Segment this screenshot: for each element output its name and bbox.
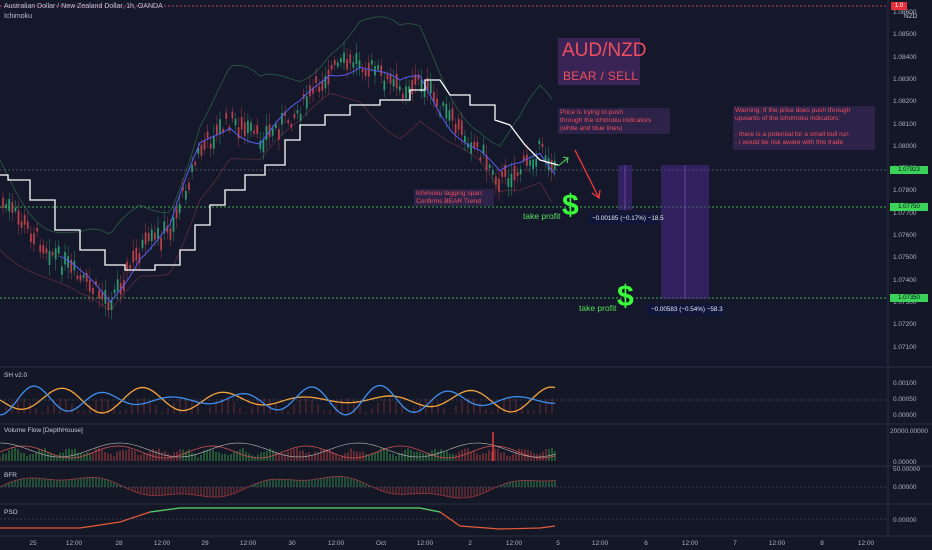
time-axis-label: 6 [644,540,648,547]
time-axis-label: 7 [733,540,737,547]
price-axis-label: 1.08200 [893,98,917,106]
time-axis-label: 29 [201,540,209,547]
time-axis-label: 12:00 [857,540,875,547]
time-axis-label: 12:00 [591,540,609,547]
time-axis-label: 2 [468,540,472,547]
pso-pane-title[interactable]: PSO [4,509,18,516]
current-price-tag: 1.07923 [890,166,928,174]
price-axis-label: 1.07800 [893,187,917,195]
warning-note: Warning: If the price does push through … [735,107,851,146]
bfr-axis-1: 0.00000 [893,484,917,491]
time-axis-label: 12:00 [768,540,786,547]
pair-title: AUD/NZD [562,40,647,61]
price-axis-label: 1.08100 [893,120,917,128]
time-axis-label: 12:00 [65,540,83,547]
time-axis-label: 28 [115,540,123,547]
vol-axis-0: 20000.00000 [890,428,928,435]
dollar-icon-1: $ [562,189,579,222]
bfr-pane-title[interactable]: BFR [4,472,17,479]
time-axis-label: 30 [288,540,296,547]
top-price-tag: 1.0 [891,2,907,10]
price-axis-label: 1.08000 [893,142,917,150]
pso-axis-0: 0.00000 [893,517,917,524]
price-axis-label: 1.07500 [893,254,917,262]
time-axis-label: 5 [556,540,560,547]
take-profit-label-1: take profit [523,211,561,221]
time-axis-label: 8 [820,540,824,547]
measure-label-1: −0.00185 (−0.17%) −18.5 [592,215,664,222]
sh-pane-title[interactable]: SH v2.0 [4,372,27,379]
tp2-price-tag: 1.07350 [890,294,928,302]
push-note: Price is trying to push through the ichi… [560,109,652,132]
price-axis-label: 1.08400 [893,53,917,61]
lagging-note: Ichimoku lagging span: Confirms BEAR Tre… [416,190,484,205]
sh-axis-2: 0.00000 [893,412,917,419]
time-axis-label: 25 [29,540,37,547]
sh-axis-1: 0.00050 [893,396,917,403]
bfr-axis-0: 50.00000 [893,466,921,473]
price-axis-label: 1.08600 [893,9,917,16]
price-axis-label: 1.07400 [893,276,917,284]
tp1-price-tag: 1.07750 [890,203,928,211]
time-axis-label: 12:00 [416,540,434,547]
price-axis-label: 1.07600 [893,232,917,239]
time-axis-label: 12:00 [153,540,171,547]
trade-direction: BEAR / SELL [563,69,639,83]
symbol-title[interactable]: Australian Dollar / New Zealand Dollar, … [4,3,163,10]
time-axis-label: Oct [375,540,387,547]
chart-canvas[interactable] [0,0,932,550]
price-axis-label: 1.08500 [893,31,917,39]
take-profit-label-2: take profit [579,303,617,313]
sh-axis-0: 0.00100 [893,380,917,387]
price-axis-label: 1.07100 [893,343,917,351]
time-axis-label: 12:00 [681,540,699,547]
vol-axis-1: 0.00000 [893,459,917,466]
time-axis-label: 12:00 [505,540,523,547]
chart-stage[interactable]: Australian Dollar / New Zealand Dollar, … [0,0,932,550]
dollar-icon-2: $ [617,280,634,313]
price-axis-label: 1.08300 [893,75,917,83]
time-axis-label: 12:00 [239,540,257,547]
time-axis-label: 12:00 [327,540,345,547]
indicator-label[interactable]: Ichimoku [4,13,32,20]
volume-pane-title[interactable]: Volume Flow [DepthHouse] [4,427,83,434]
measure-label-2: −0.00583 (−0.54%) −58.3 [651,306,723,313]
price-axis-label: 1.07200 [893,321,917,329]
